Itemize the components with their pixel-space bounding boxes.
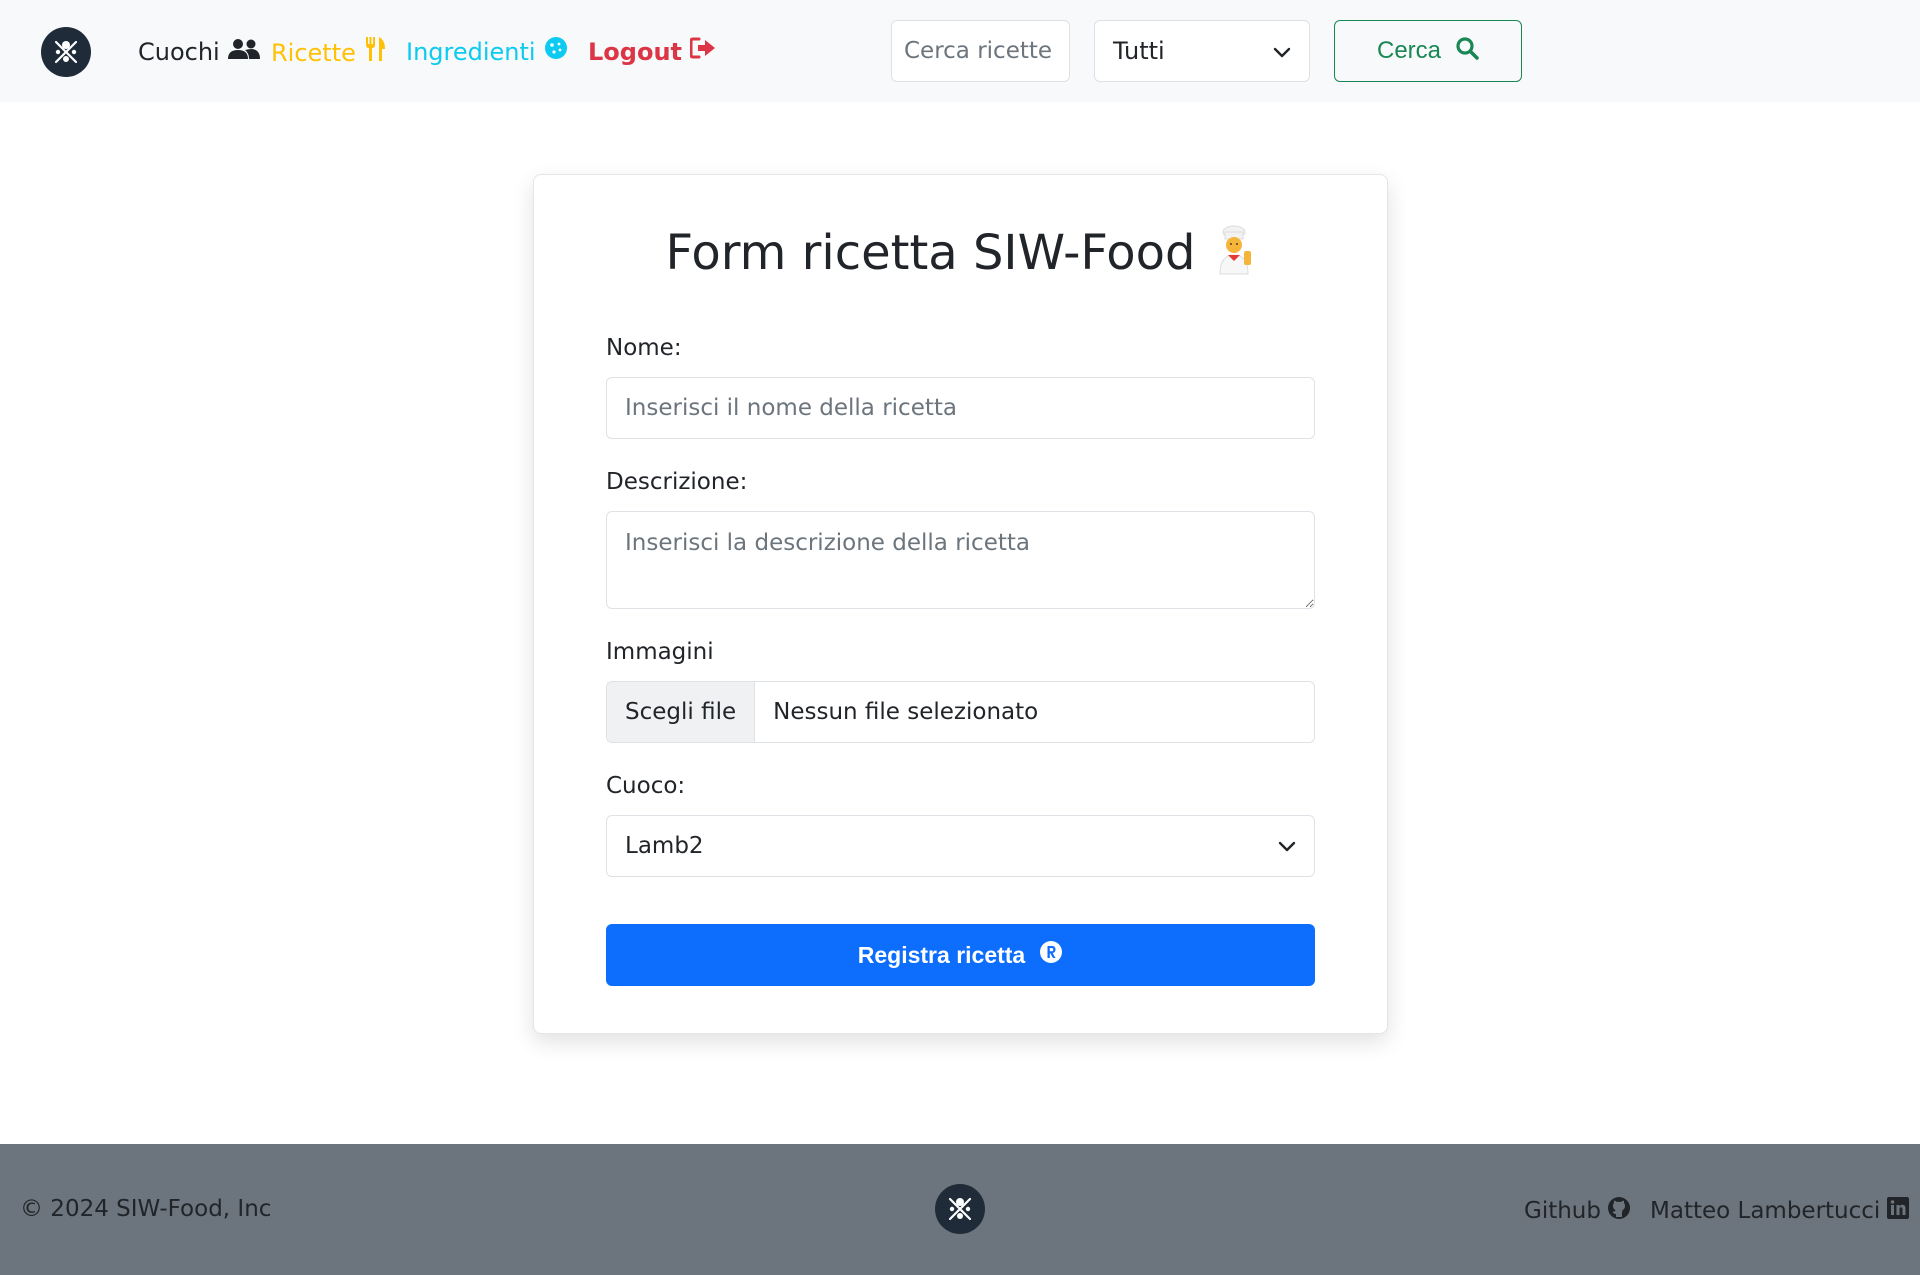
page-title: Form ricetta SIW-Food [534,225,1387,287]
page-title-text: Form ricetta SIW-Food [665,225,1196,281]
registra-ricetta-button[interactable]: Registra ricetta [606,924,1315,986]
recipe-form-card: Form ricetta SIW-Food Nome: Descrizione:… [533,174,1388,1034]
nome-input[interactable] [606,377,1315,439]
chevron-down-icon [1278,833,1296,859]
immagini-label: Immagini [606,639,714,665]
cuoco-select[interactable]: Lamb2 [606,815,1315,877]
chevron-down-icon [1273,37,1291,65]
sign-out-icon [689,36,716,68]
nav-link-ingredienti[interactable]: Ingredienti [406,36,568,68]
footer-link-github[interactable]: Github [1524,1196,1631,1226]
cuoco-selected: Lamb2 [625,833,704,859]
registra-ricetta-label: Registra ricetta [857,941,1026,968]
immagini-file-input[interactable]: Scegli file Nessun file selezionato [606,681,1315,743]
search-button-label: Cerca [1376,37,1442,64]
search-filter-selected: Tutti [1113,37,1165,65]
search-input[interactable] [891,20,1070,82]
cookie-icon [544,36,568,68]
github-icon [1607,1196,1631,1226]
nav-link-cuochi[interactable]: Cuochi [138,36,260,68]
footer-copyright: © 2024 SIW-Food, Inc [20,1196,272,1222]
nav-link-ricette-label: Ricette [271,39,356,67]
footer-link-github-label: Github [1524,1198,1601,1224]
siw-food-logo-icon[interactable] [935,1184,985,1234]
nav-link-cuochi-label: Cuochi [138,38,220,66]
linkedin-icon [1886,1196,1910,1226]
footer: © 2024 SIW-Food, Inc Github Matteo Lambe… [0,1144,1920,1275]
cuoco-label: Cuoco: [606,773,686,799]
nav-link-logout-label: Logout [588,38,683,66]
nome-label: Nome: [606,335,682,361]
footer-link-linkedin-label: Matteo Lambertucci [1650,1198,1881,1224]
users-icon [227,36,260,68]
nav-link-ingredienti-label: Ingredienti [406,38,536,66]
navbar: Cuochi Ricette Ingredienti Logout Cerca … [0,0,1920,102]
footer-link-linkedin[interactable]: Matteo Lambertucci [1650,1196,1910,1226]
search-filter-select[interactable]: Tutti [1094,20,1310,82]
chef-icon [1212,225,1256,287]
nav-link-ricette[interactable]: Ricette [271,36,386,70]
choose-file-button[interactable]: Scegli file [607,682,756,742]
utensils-icon [364,36,386,70]
registered-icon [1039,940,1063,970]
file-status-text: Nessun file selezionato [773,699,1039,725]
nav-link-logout[interactable]: Logout [588,36,716,68]
descrizione-textarea[interactable] [606,511,1315,609]
search-icon [1455,36,1479,67]
siw-food-logo-icon[interactable] [41,27,91,77]
search-button[interactable]: Cerca [1334,20,1522,82]
descrizione-label: Descrizione: [606,469,748,495]
